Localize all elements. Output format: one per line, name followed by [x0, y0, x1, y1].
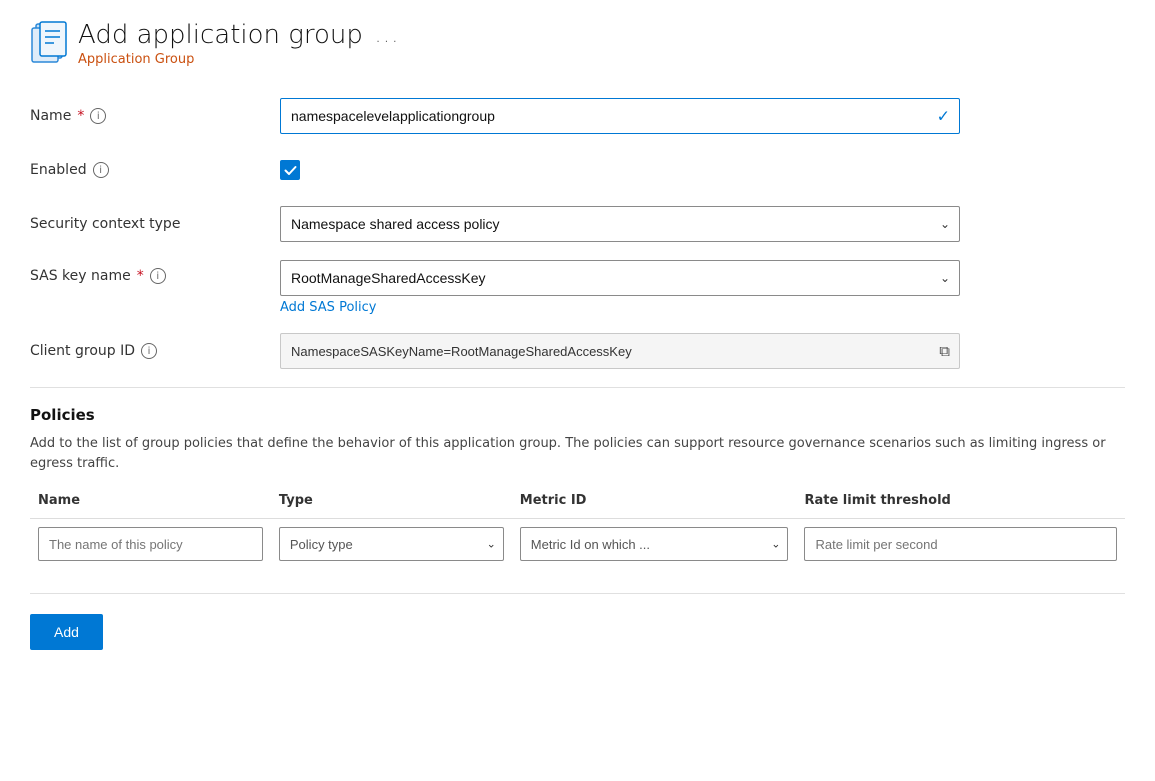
- client-group-row: Client group ID i ⧉: [30, 333, 1125, 369]
- client-group-info-icon[interactable]: i: [141, 343, 157, 359]
- sas-key-label: SAS key name * i: [30, 268, 280, 284]
- checkbox-check-icon: [284, 164, 297, 177]
- input-valid-icon: ✓: [937, 107, 950, 126]
- sas-key-control: RootManageSharedAccessKey ⌄ Add SAS Poli…: [280, 260, 960, 315]
- page-header: Add application group ... Application Gr…: [30, 20, 1125, 68]
- page-title: Add application group ...: [78, 20, 400, 50]
- policy-name-cell: [30, 519, 271, 570]
- policy-type-select[interactable]: Policy type: [279, 527, 504, 561]
- copy-icon[interactable]: ⧉: [939, 342, 950, 360]
- policy-type-cell: Policy type ⌄: [271, 519, 512, 570]
- security-context-label: Security context type: [30, 216, 280, 232]
- sas-key-select[interactable]: RootManageSharedAccessKey: [280, 260, 960, 296]
- name-control: ✓: [280, 98, 960, 134]
- client-group-input-wrapper: ⧉: [280, 333, 960, 369]
- policy-metric-select-wrapper: Metric Id on which ... ⌄: [520, 527, 789, 561]
- sas-key-select-wrapper: RootManageSharedAccessKey ⌄: [280, 260, 960, 296]
- enabled-label: Enabled i: [30, 162, 280, 178]
- section-divider: [30, 387, 1125, 388]
- client-group-label: Client group ID i: [30, 343, 280, 359]
- policies-table-header-row: Name Type Metric ID Rate limit threshold: [30, 493, 1125, 519]
- enabled-info-icon[interactable]: i: [93, 162, 109, 178]
- name-row: Name * i ✓: [30, 98, 1125, 134]
- security-context-control: Namespace shared access policy ⌄: [280, 206, 960, 242]
- footer: Add: [30, 614, 1125, 650]
- sas-key-info-icon[interactable]: i: [150, 268, 166, 284]
- policy-name-input[interactable]: [38, 527, 263, 561]
- table-row: Policy type ⌄ Metric Id on which ... ⌄: [30, 519, 1125, 570]
- policy-metric-select[interactable]: Metric Id on which ...: [520, 527, 789, 561]
- policy-rate-cell: [796, 519, 1125, 570]
- sas-required-indicator: *: [137, 268, 144, 284]
- name-input[interactable]: [280, 98, 960, 134]
- form-section: Name * i ✓ Enabled i: [30, 98, 1125, 369]
- col-header-rate: Rate limit threshold: [796, 493, 1125, 519]
- bottom-divider: [30, 593, 1125, 594]
- policy-type-select-wrapper: Policy type ⌄: [279, 527, 504, 561]
- app-group-icon: [30, 20, 78, 68]
- policy-rate-input[interactable]: [804, 527, 1117, 561]
- client-group-control: ⧉: [280, 333, 960, 369]
- security-context-select[interactable]: Namespace shared access policy: [280, 206, 960, 242]
- enabled-checkbox[interactable]: [280, 160, 300, 180]
- col-header-metric: Metric ID: [512, 493, 797, 519]
- add-button[interactable]: Add: [30, 614, 103, 650]
- policies-table: Name Type Metric ID Rate limit threshold…: [30, 493, 1125, 569]
- security-context-row: Security context type Namespace shared a…: [30, 206, 1125, 242]
- name-input-wrapper: ✓: [280, 98, 960, 134]
- name-label: Name * i: [30, 108, 280, 124]
- policies-section: Policies Add to the list of group polici…: [30, 406, 1125, 569]
- page-subtitle: Application Group: [78, 52, 400, 67]
- policy-metric-cell: Metric Id on which ... ⌄: [512, 519, 797, 570]
- col-header-name: Name: [30, 493, 271, 519]
- add-sas-policy-link[interactable]: Add SAS Policy: [280, 300, 376, 315]
- col-header-type: Type: [271, 493, 512, 519]
- security-context-select-wrapper: Namespace shared access policy ⌄: [280, 206, 960, 242]
- required-indicator: *: [77, 108, 84, 124]
- client-group-input: [280, 333, 960, 369]
- policies-description: Add to the list of group policies that d…: [30, 434, 1125, 473]
- policies-title: Policies: [30, 406, 1125, 424]
- enabled-row: Enabled i: [30, 152, 1125, 188]
- more-options-icon[interactable]: ...: [375, 23, 400, 47]
- sas-key-row: SAS key name * i RootManageSharedAccessK…: [30, 260, 1125, 315]
- name-info-icon[interactable]: i: [90, 108, 106, 124]
- enabled-control: [280, 160, 960, 180]
